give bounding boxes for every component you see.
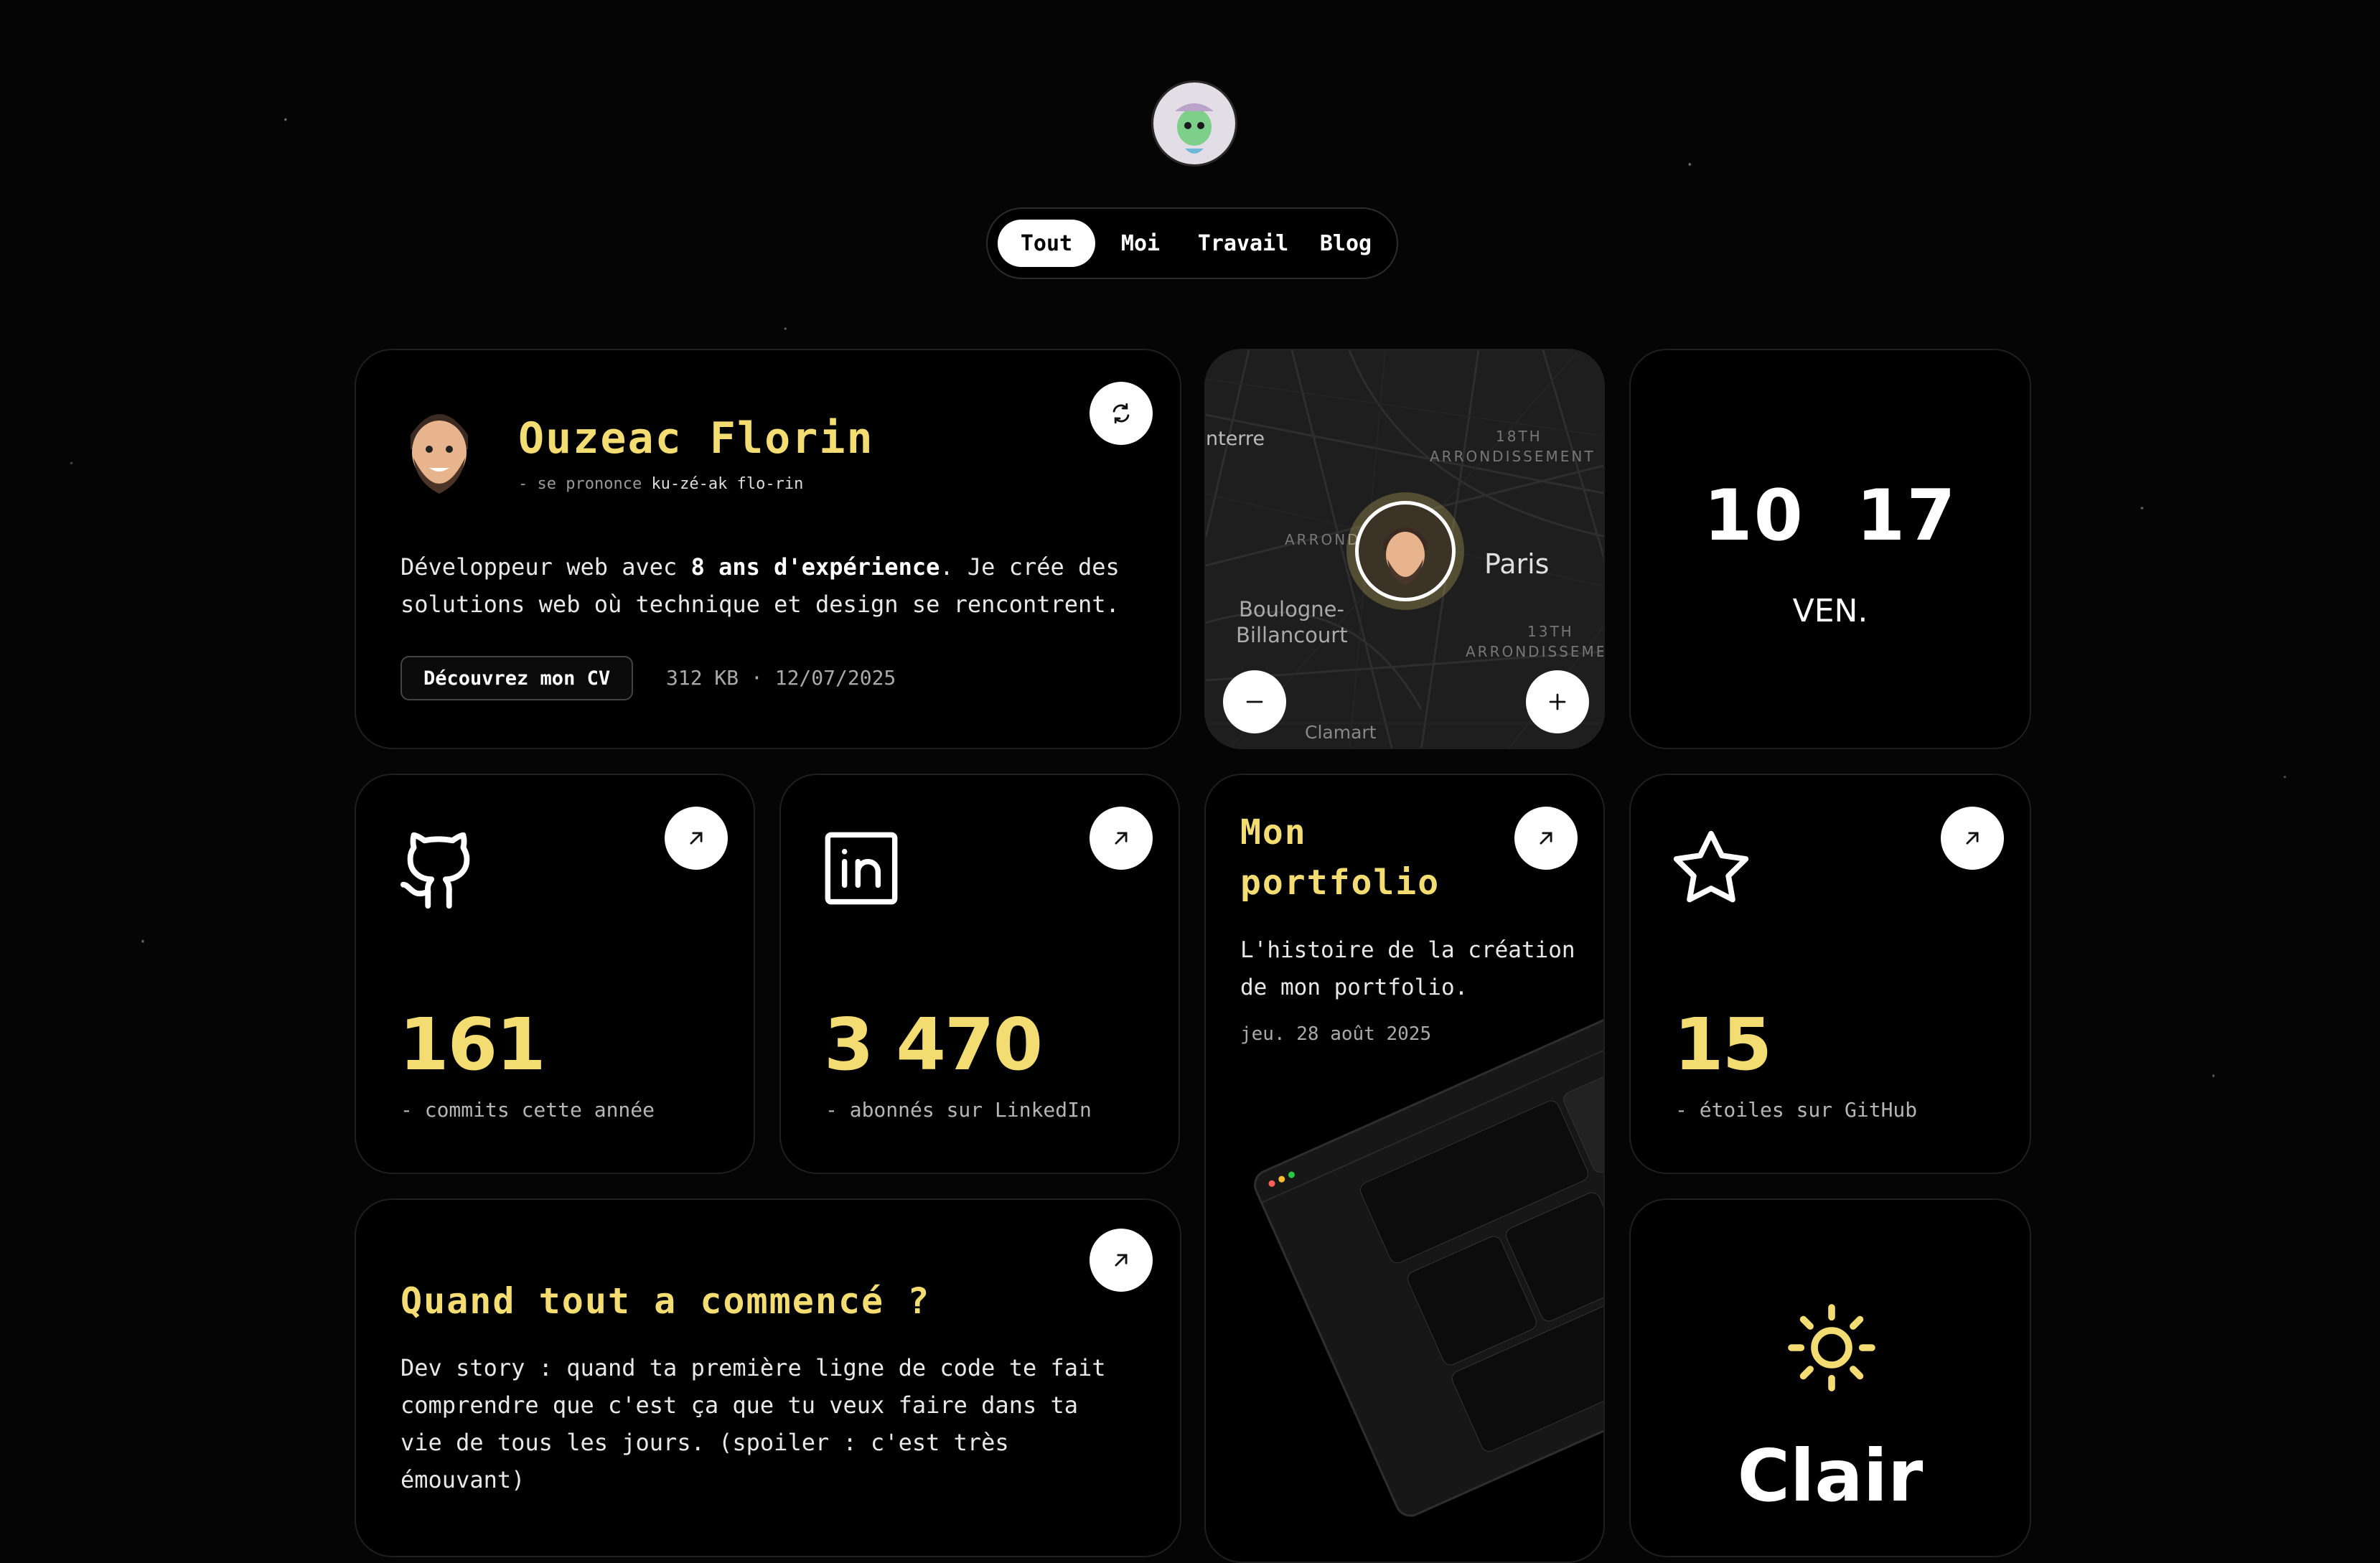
arrow-up-right-icon <box>690 832 703 845</box>
map-label: ARRONDISSEMENT <box>1430 448 1596 465</box>
tab-label: Blog <box>1319 230 1372 256</box>
linkedin-followers-caption: - abonnés sur LinkedIn <box>825 1098 1092 1122</box>
minus-icon <box>1246 700 1263 703</box>
pronunciation: - se prononce ku-zé-ak flo-rin <box>518 475 803 493</box>
map-label: 13TH <box>1527 623 1574 640</box>
bearded-man-icon <box>1383 527 1428 585</box>
pronunciation-prefix: - se prononce <box>518 475 642 493</box>
tab-travail[interactable]: Travail <box>1186 231 1301 256</box>
arrow-up-right-icon <box>1115 832 1128 845</box>
github-commits-count: 161 <box>399 1003 546 1086</box>
github-icon <box>400 832 470 909</box>
tab-label: Travail <box>1197 230 1289 256</box>
clock-card: 10 17 VEN. <box>1629 349 2031 749</box>
arrow-up-right-icon <box>1115 1254 1128 1267</box>
clock-hours: 10 <box>1703 475 1804 557</box>
portfolio-title-line1: Mon <box>1240 812 1307 853</box>
bio-highlight: 8 ans d'expérience <box>690 553 940 581</box>
portfolio-date: jeu. 28 août 2025 <box>1240 1023 1432 1045</box>
linkedin-icon <box>825 832 898 905</box>
profile-bio: Développeur web avec 8 ans d'expérience.… <box>400 548 1133 623</box>
theme-toggle-card[interactable]: Clair <box>1629 1198 2031 1557</box>
map-label: nterre <box>1206 428 1265 450</box>
refresh-icon <box>1112 403 1130 424</box>
nav-tabs: Tout Moi Travail Blog <box>986 207 1398 279</box>
pronunciation-value: ku-zé-ak flo-rin <box>651 475 804 493</box>
stars-count: 15 <box>1674 1003 1772 1086</box>
memoji-avatar <box>398 396 481 504</box>
github-commits-caption: - commits cette année <box>400 1098 655 1122</box>
clock-minutes: 17 <box>1856 475 1957 557</box>
pin-avatar <box>1355 501 1456 601</box>
linkedin-followers-count: 3 470 <box>824 1003 1043 1086</box>
portfolio-open-button[interactable] <box>1514 807 1578 870</box>
portfolio-title-line2: portfolio <box>1240 863 1440 903</box>
theme-label: Clair <box>1737 1434 1924 1518</box>
portfolio-description: L'histoire de la création de mon portfol… <box>1240 937 1575 1000</box>
alien-avatar-icon <box>1175 103 1214 154</box>
sun-icon <box>1788 1304 1875 1391</box>
cv-button-label: Découvrez mon CV <box>423 667 611 690</box>
star-icon <box>1673 830 1749 903</box>
cv-meta: 312 KB · 12/07/2025 <box>666 666 896 690</box>
map-label: Paris <box>1484 548 1550 580</box>
map-label: ARRONDISSEME <box>1466 643 1605 660</box>
portfolio-preview-screenshot <box>1249 994 1603 1522</box>
zoom-in-button[interactable] <box>1526 670 1589 733</box>
arrow-up-right-icon <box>1540 832 1552 845</box>
refresh-button[interactable] <box>1090 382 1153 445</box>
github-open-button[interactable] <box>665 807 728 870</box>
github-card[interactable]: 161 - commits cette année <box>355 774 755 1174</box>
tab-moi[interactable]: Moi <box>1101 231 1180 256</box>
stars-open-button[interactable] <box>1941 807 2004 870</box>
site-logo-avatar[interactable] <box>1151 80 1237 166</box>
arrow-up-right-icon <box>1966 832 1979 845</box>
story-title: Quand tout a commencé ? <box>400 1280 931 1322</box>
portfolio-card[interactable]: Mon portfolio L'histoire de la création … <box>1204 774 1605 1563</box>
map-label: 18TH <box>1496 428 1542 445</box>
tab-blog[interactable]: Blog <box>1306 231 1385 256</box>
map-location-pin <box>1346 492 1464 610</box>
profile-card: Ouzeac Florin - se prononce ku-zé-ak flo… <box>355 349 1181 749</box>
zoom-out-button[interactable] <box>1223 670 1286 733</box>
story-text: Dev story : quand ta première ligne de c… <box>400 1354 1106 1493</box>
story-card[interactable]: Quand tout a commencé ? Dev story : quan… <box>355 1198 1181 1557</box>
tab-tout[interactable]: Tout <box>998 220 1095 267</box>
tab-label: Moi <box>1120 230 1161 256</box>
plus-icon <box>1549 693 1566 710</box>
window-controls <box>1268 1170 1296 1188</box>
bearded-man-icon <box>411 414 468 494</box>
profile-name: Ouzeac Florin <box>518 413 874 464</box>
clock-day: VEN. <box>1792 593 1868 629</box>
clock-time: 10 17 <box>1631 475 2030 557</box>
map-label: Billancourt <box>1236 623 1348 647</box>
linkedin-open-button[interactable] <box>1090 807 1153 870</box>
map-label: Boulogne- <box>1239 597 1344 621</box>
map-card[interactable]: nterre 18TH ARRONDISSEMENT ARRONDISSEMEN… <box>1204 349 1605 749</box>
map-label: Clamart <box>1305 722 1377 743</box>
story-open-button[interactable] <box>1090 1229 1153 1292</box>
linkedin-card[interactable]: 3 470 - abonnés sur LinkedIn <box>779 774 1180 1174</box>
tab-label: Tout <box>1020 230 1073 256</box>
cv-button[interactable]: Découvrez mon CV <box>400 656 634 700</box>
stars-card[interactable]: 15 - étoiles sur GitHub <box>1629 774 2031 1174</box>
bio-text: Développeur web avec <box>400 553 691 581</box>
stars-caption: - étoiles sur GitHub <box>1675 1098 1918 1122</box>
